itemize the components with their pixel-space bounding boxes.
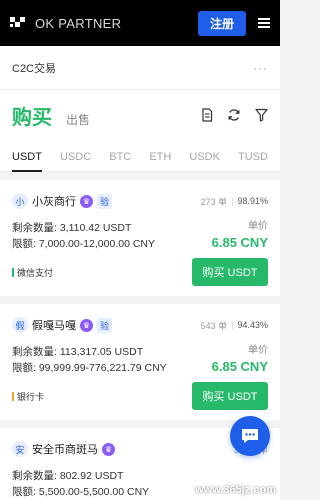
coin-tab-tusd[interactable]: TUSD [238, 151, 268, 171]
merchant-name[interactable]: 小灰商行 [32, 193, 76, 209]
logo[interactable]: OK PARTNER [10, 16, 121, 31]
limit-range: 限额: 7,000.00-12,000.00 CNY [12, 238, 156, 250]
payment-label: 银行卡 [17, 391, 45, 402]
merchant-name[interactable]: 假嘎马嘎 [32, 317, 76, 333]
merchant[interactable]: 假 假嘎马嘎 ♛ 验 [12, 317, 113, 333]
coin-tab-usdk[interactable]: USDK [189, 151, 220, 171]
top-bar: OK PARTNER 注册 [0, 0, 280, 46]
trade-tabs: 购买 出售 [0, 90, 280, 140]
crown-badge-icon: ♛ [80, 318, 93, 332]
filter-icon[interactable] [255, 108, 268, 122]
more-icon[interactable]: ··· [253, 61, 268, 75]
coin-tab-usdt[interactable]: USDT [12, 151, 42, 172]
avatar: 假 [12, 317, 28, 333]
merchant-name[interactable]: 安全币商斑马 [32, 441, 98, 457]
offer-card: 小 小灰商行 ♛ 验 273 单 | 98.91% 剩余数量: 3,110.42… [0, 180, 280, 296]
buy-usdt-button[interactable]: 购买 USDT [192, 258, 268, 286]
coin-tab-eth[interactable]: ETH [149, 151, 171, 171]
logo-mark-icon [10, 17, 32, 29]
verified-badge: 验 [97, 317, 113, 333]
limit-range: 限额: 5,500.00-5,500.00 CNY [12, 486, 150, 498]
price-label: 单价 [248, 345, 268, 356]
offer-card: 假 假嘎马嘎 ♛ 验 543 单 | 94.43% 剩余数量: 113,317.… [0, 304, 280, 420]
coin-tabs: USDT USDC BTC ETH USDK TUSD [0, 140, 280, 172]
order-count: 543 单 [200, 320, 228, 331]
logo-text: OK PARTNER [35, 15, 122, 31]
avatar: 安 [12, 441, 28, 457]
merchant[interactable]: 安 安全币商斑马 ♛ [12, 441, 115, 457]
payment-method: 银行卡 [12, 390, 44, 403]
watermark: www.365jz.com [195, 484, 276, 496]
limit-range: 限额: 99,999.99-776,221.79 CNY [12, 362, 167, 374]
unit-price: 6.85 CNY [211, 235, 268, 250]
register-button[interactable]: 注册 [198, 10, 246, 36]
order-count: 273 单 [200, 196, 228, 207]
buy-usdt-button[interactable]: 购买 USDT [192, 382, 268, 410]
completion-rate: 94.43% [237, 320, 268, 330]
completion-rate: 98.91% [237, 196, 268, 206]
wechat-pay-icon [12, 267, 14, 277]
merchant[interactable]: 小 小灰商行 ♛ 验 [12, 193, 113, 209]
orders-document-icon[interactable] [201, 108, 213, 122]
menu-icon[interactable] [258, 18, 270, 28]
coin-tab-usdc[interactable]: USDC [60, 151, 91, 171]
avatar: 小 [12, 193, 28, 209]
page-title: C2C交易 [12, 62, 57, 75]
payment-label: 微信支付 [17, 267, 54, 278]
coin-tab-btc[interactable]: BTC [109, 151, 131, 171]
crown-badge-icon: ♛ [102, 442, 115, 456]
sub-header: C2C交易 ··· [0, 46, 280, 90]
refresh-icon[interactable] [227, 108, 241, 122]
merchant-stats: 273 单 | 98.91% [200, 196, 268, 207]
price-label: 单价 [248, 221, 268, 232]
payment-method: 微信支付 [12, 266, 53, 279]
verified-badge: 验 [97, 193, 113, 209]
merchant-stats: 543 单 | 94.43% [200, 320, 268, 331]
available-amount: 剩余数量: 113,317.05 USDT [12, 346, 144, 358]
tab-sell[interactable]: 出售 [66, 111, 90, 128]
available-amount: 剩余数量: 802.92 USDT [12, 470, 124, 482]
bank-card-icon [12, 391, 14, 401]
crown-badge-icon: ♛ [80, 194, 93, 208]
chat-bubble-icon [242, 429, 258, 443]
available-amount: 剩余数量: 3,110.42 USDT [12, 222, 132, 234]
customer-service-chat-button[interactable] [230, 416, 270, 456]
unit-price: 6.85 CNY [211, 359, 268, 374]
tab-buy[interactable]: 购买 [12, 101, 52, 130]
